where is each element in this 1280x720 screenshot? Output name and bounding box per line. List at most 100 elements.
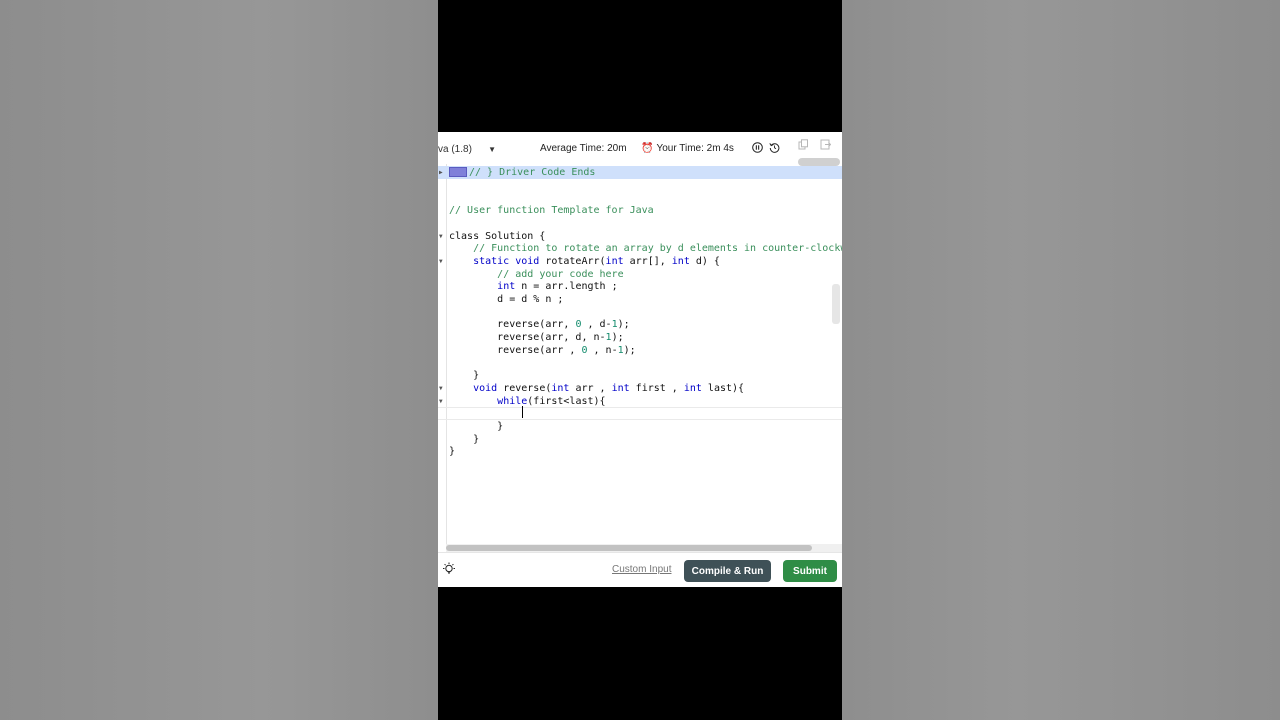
code-token: } <box>449 433 480 445</box>
code-line[interactable] <box>438 306 842 319</box>
code-line-text: void reverse(int arr , int first , int l… <box>449 382 744 395</box>
code-token: reverse(arr, d, n- <box>449 332 606 344</box>
code-line-text: reverse(arr, 0 , d-1); <box>449 318 630 331</box>
code-line-text: reverse(arr , 0 , n-1); <box>449 344 636 357</box>
code-line[interactable]: reverse(arr, d, n-1); <box>438 331 842 344</box>
code-token: (first<last){ <box>527 395 606 407</box>
your-time-indicator: ⏰ Your Time: 2m 4s <box>641 143 734 154</box>
code-token: void <box>473 382 498 394</box>
vertical-scrollbar[interactable] <box>832 284 840 324</box>
code-line-text: } <box>449 420 503 433</box>
code-line[interactable]: // add your code here <box>438 268 842 281</box>
code-token: while <box>497 395 528 407</box>
reset-timer-icon[interactable] <box>769 142 780 153</box>
code-token: // add your code here <box>497 268 624 280</box>
code-token: // } Driver Code Ends <box>469 167 596 178</box>
code-line[interactable]: } <box>438 445 842 458</box>
code-token: reverse(arr , <box>449 344 582 356</box>
code-line[interactable]: ▼ while(first<last){ <box>438 395 842 408</box>
your-time-label: Your Time: 2m 4s <box>656 143 734 154</box>
code-line[interactable]: reverse(arr , 0 , n-1); <box>438 344 842 357</box>
fullscreen-icon[interactable] <box>820 139 831 150</box>
language-select[interactable]: va (1.8) ▼ <box>438 140 502 158</box>
code-token: // User function Template for Java <box>449 205 654 217</box>
code-token: int <box>671 255 690 267</box>
code-line[interactable] <box>438 217 842 230</box>
code-token: int <box>683 382 702 394</box>
code-line-text: d = d % n ; <box>449 293 563 306</box>
fold-open-icon[interactable]: ▼ <box>439 255 443 268</box>
code-token: ); <box>623 344 636 356</box>
background-left <box>0 0 438 720</box>
horizontal-scrollbar-thumb[interactable] <box>446 545 812 551</box>
code-line[interactable] <box>438 179 842 192</box>
video-frame: va (1.8) ▼ Average Time: 20m ⏰ Your Time… <box>438 0 842 720</box>
code-token: static void <box>449 255 546 267</box>
code-token: } <box>449 446 456 458</box>
code-line-text: } <box>449 433 479 446</box>
code-line[interactable]: ▼ class Solution { <box>438 230 842 243</box>
code-line-text: // User function Template for Java <box>449 204 654 217</box>
code-token: class Solution { <box>449 230 546 242</box>
compile-run-button[interactable]: Compile & Run <box>684 560 771 582</box>
code-line-text: static void rotateArr(int arr[], int d) … <box>449 255 720 268</box>
code-token: reverse( <box>497 382 552 394</box>
fold-closed-icon[interactable]: ▶ <box>439 166 443 179</box>
code-line[interactable]: int n = arr.length ; <box>438 280 842 293</box>
code-line-text: int n = arr.length ; <box>449 280 618 293</box>
code-line[interactable]: } <box>438 369 842 382</box>
code-line[interactable]: // Function to rotate an array by d elem… <box>438 242 842 255</box>
code-line[interactable]: d = d % n ; <box>438 293 842 306</box>
code-line[interactable]: ▼ static void rotateArr(int arr[], int d… <box>438 255 842 268</box>
code-token: arr[], <box>623 255 672 267</box>
code-line-text: class Solution { <box>449 230 545 243</box>
fold-open-icon[interactable]: ▼ <box>439 382 443 395</box>
copy-icon[interactable] <box>798 139 809 150</box>
code-token: // Function to rotate an array by d elem… <box>473 243 842 255</box>
code-token: , d- <box>581 319 612 331</box>
code-line[interactable]: reverse(arr, 0 , d-1); <box>438 318 842 331</box>
code-token: } <box>449 421 504 432</box>
code-token: reverse(arr, <box>449 319 576 331</box>
code-token: d = d % n ; <box>449 294 564 305</box>
code-token: ); <box>617 319 630 331</box>
fold-open-icon[interactable]: ▼ <box>439 395 443 408</box>
fold-open-icon[interactable]: ▼ <box>439 230 443 243</box>
code-line[interactable] <box>438 357 842 370</box>
code-token: arr , <box>569 382 612 394</box>
code-line-text: while(first<last){ <box>449 395 606 408</box>
code-line[interactable]: } <box>438 433 842 446</box>
code-line[interactable]: } <box>438 420 842 433</box>
folded-code-marker-icon[interactable] <box>449 167 467 177</box>
code-area[interactable]: ▶ // } Driver Code Ends // User function T… <box>438 164 842 544</box>
code-token: , n- <box>587 344 618 356</box>
average-time-label: Average Time: 20m <box>540 143 627 154</box>
background-right <box>842 0 1280 720</box>
custom-input-link[interactable]: Custom Input <box>612 564 671 575</box>
text-cursor <box>522 406 523 418</box>
chevron-down-icon: ▼ <box>488 144 496 154</box>
code-line-text: // Function to rotate an array by d elem… <box>449 242 842 255</box>
pause-icon[interactable] <box>752 142 763 153</box>
code-token: d) { <box>689 255 720 267</box>
language-select-value: va (1.8) <box>438 143 472 155</box>
code-token: n = arr.length ; <box>515 281 618 293</box>
code-token: rotateArr( <box>545 255 606 267</box>
code-token: last){ <box>701 382 745 394</box>
code-line[interactable]: ▶ // } Driver Code Ends <box>438 166 842 179</box>
lightbulb-icon[interactable] <box>442 562 456 576</box>
code-editor-panel: va (1.8) ▼ Average Time: 20m ⏰ Your Time… <box>438 132 842 587</box>
code-line[interactable]: // User function Template for Java <box>438 204 842 217</box>
alarm-clock-icon: ⏰ <box>641 143 654 154</box>
code-line[interactable] <box>438 407 842 421</box>
code-line-text: reverse(arr, d, n-1); <box>449 331 623 344</box>
code-line[interactable]: ▼ void reverse(int arr , int first , int… <box>438 382 842 395</box>
code-line-text: } <box>449 369 479 382</box>
code-line[interactable] <box>438 191 842 204</box>
submit-button[interactable]: Submit <box>783 560 837 582</box>
